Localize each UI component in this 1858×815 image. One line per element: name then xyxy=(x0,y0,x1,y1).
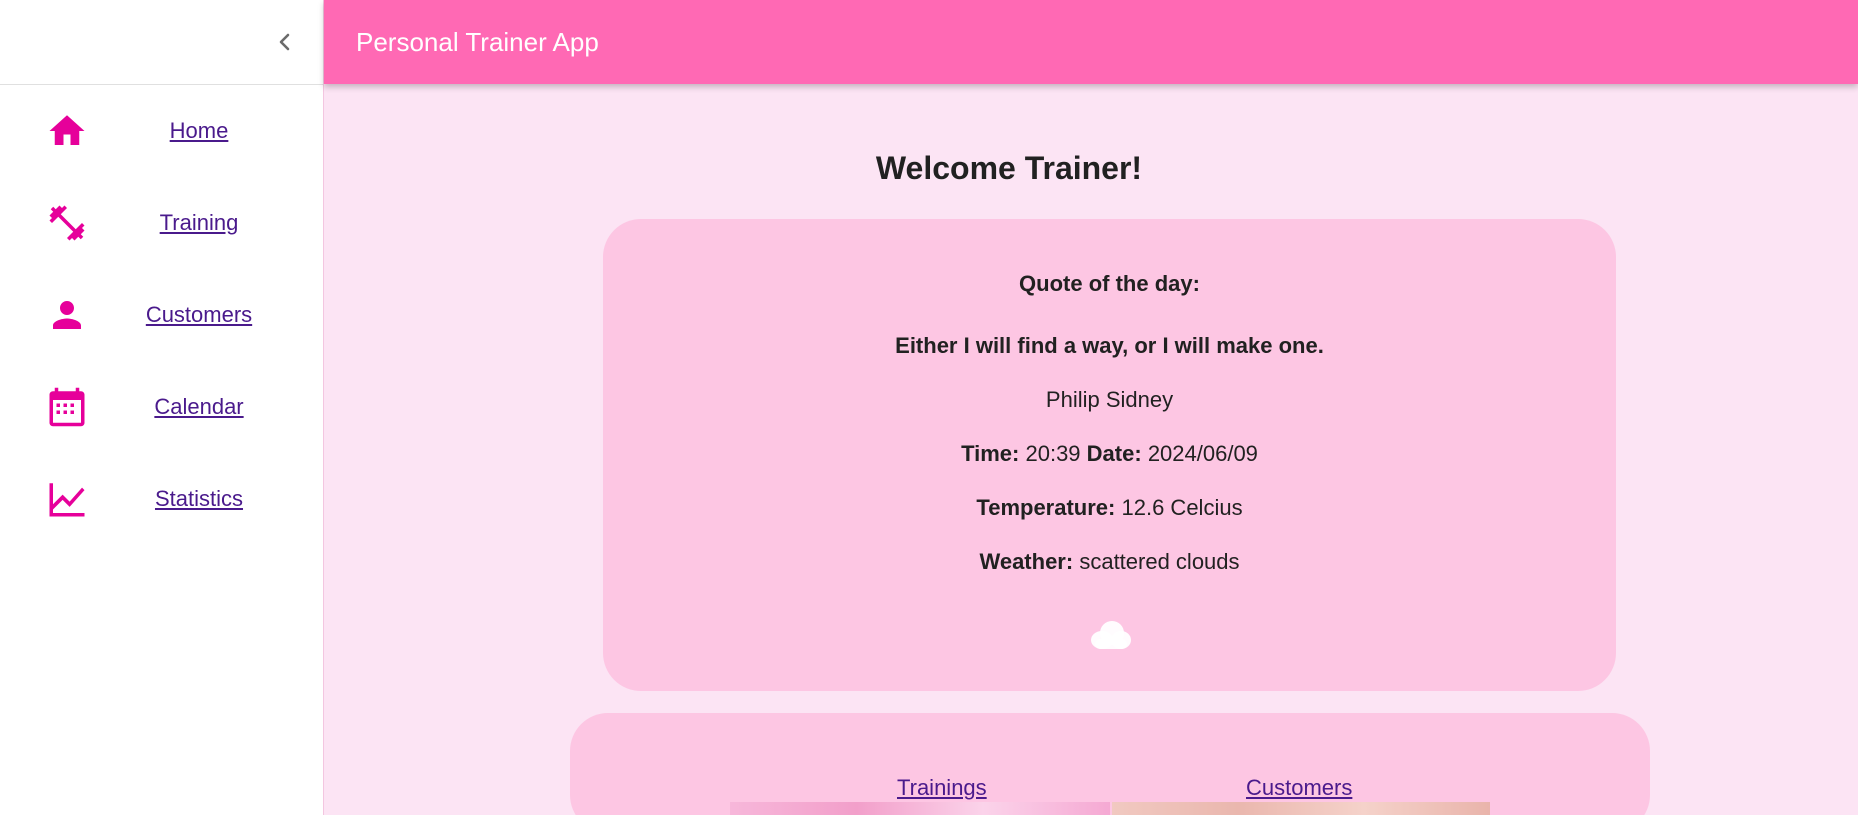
sidebar-item-statistics[interactable]: Statistics xyxy=(0,453,323,545)
time-label: Time: xyxy=(961,441,1020,466)
time-date-row: Time: 20:39 Date: 2024/06/09 xyxy=(603,441,1616,467)
customers-link[interactable]: Customers xyxy=(1246,775,1352,801)
app-title: Personal Trainer App xyxy=(356,26,599,57)
quote-author: Philip Sidney xyxy=(1045,387,1174,412)
links-card: Trainings Customers xyxy=(570,713,1650,815)
sidebar-item-home[interactable]: Home xyxy=(0,85,323,177)
chevron-left-icon xyxy=(279,33,290,51)
sidebar-header xyxy=(0,0,323,85)
sidebar-item-customers[interactable]: Customers xyxy=(0,269,323,361)
customers-image[interactable] xyxy=(1112,802,1490,815)
time-value: 20:39 xyxy=(1025,441,1081,466)
quote-heading: Quote of the day: xyxy=(1019,271,1200,296)
collapse-sidebar-button[interactable] xyxy=(270,28,300,56)
sidebar: Home Training Customers Calendar Statist… xyxy=(0,0,324,815)
weather-value: scattered clouds xyxy=(1079,549,1240,574)
weather-icon-container xyxy=(603,619,1616,651)
date-value: 2024/06/09 xyxy=(1147,441,1258,466)
info-card: Quote of the day: Either I will find a w… xyxy=(603,219,1616,691)
trainings-link[interactable]: Trainings xyxy=(897,775,987,801)
date-label: Date: xyxy=(1086,441,1142,466)
sidebar-nav: Home Training Customers Calendar Statist… xyxy=(0,85,323,545)
sidebar-item-training[interactable]: Training xyxy=(0,177,323,269)
trainings-image[interactable] xyxy=(730,802,1110,815)
page-title: Welcome Trainer! xyxy=(875,150,1143,186)
weather-label: Weather: xyxy=(979,549,1074,574)
temperature-value: 12.6 Celcius xyxy=(1121,495,1243,520)
cloud-icon xyxy=(1090,621,1131,649)
weather-row: Weather: scattered clouds xyxy=(603,549,1616,575)
temperature-label: Temperature: xyxy=(976,495,1116,520)
sidebar-item-calendar[interactable]: Calendar xyxy=(0,361,323,453)
main-content: Welcome Trainer! Quote of the day: Eithe… xyxy=(324,84,1858,815)
app-bar: Personal Trainer App xyxy=(324,0,1858,84)
quote-text: Either I will find a way, or I will make… xyxy=(895,333,1324,358)
temperature-row: Temperature: 12.6 Celcius xyxy=(603,495,1616,521)
